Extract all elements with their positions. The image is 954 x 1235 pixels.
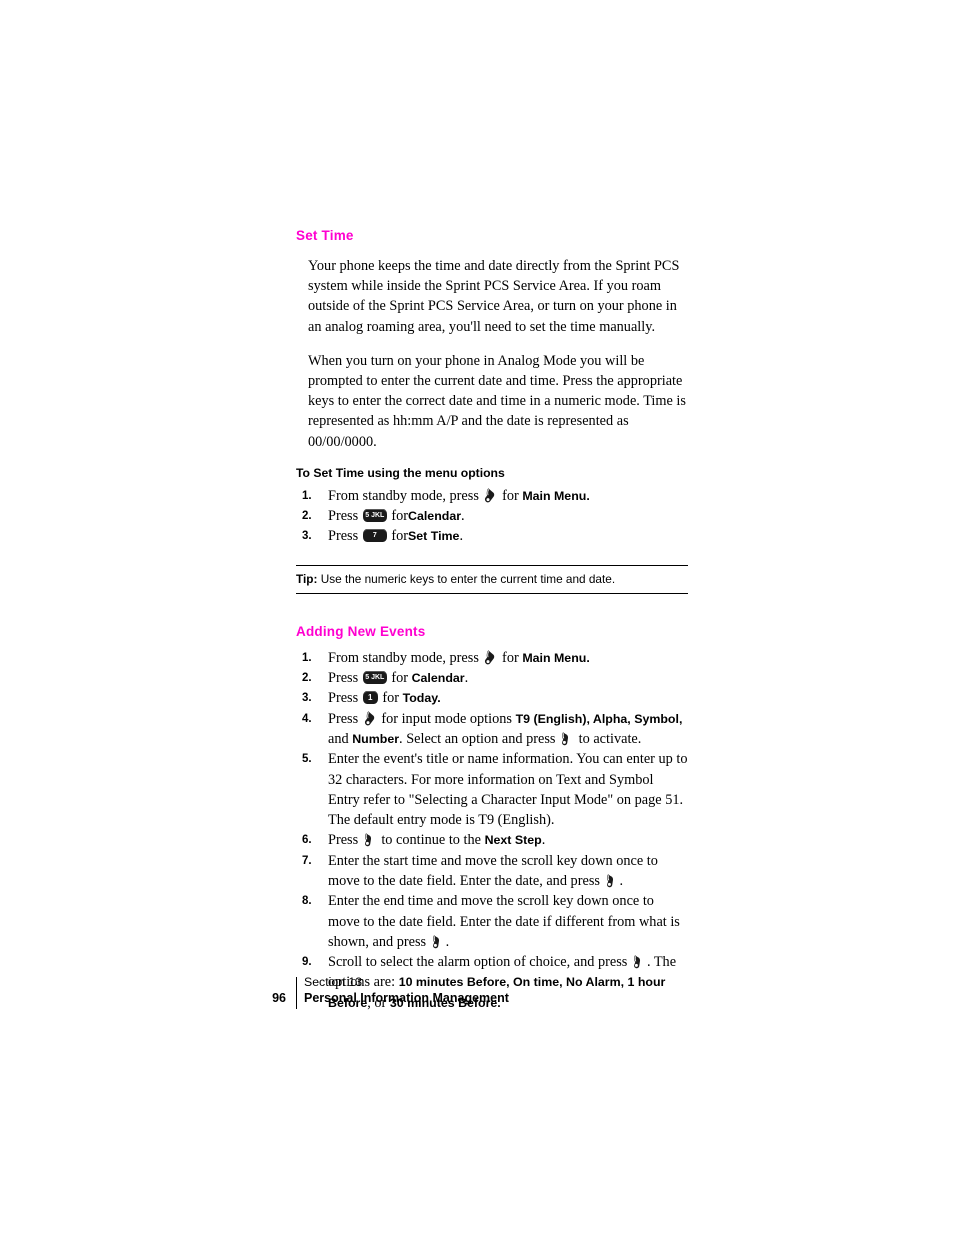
step-text-bold: Calendar xyxy=(408,509,462,524)
step-text: Press 5 JKL for Calendar. xyxy=(328,670,469,687)
page-footer: 96 Section 13 Personal Information Manag… xyxy=(256,975,696,1011)
softkey-icon xyxy=(484,649,496,666)
step-number: 3. xyxy=(302,692,312,705)
step-number: 6. xyxy=(302,834,312,847)
adding-new-events-steps: 1. From standby mode, press for Main Menu… xyxy=(296,648,688,1013)
select-key-icon xyxy=(432,933,444,950)
tip-text: Use the numeric keys to enter the curren… xyxy=(320,571,616,586)
step-text: From standby mode, press for Main Menu. xyxy=(328,649,590,666)
tip-box: Tip: Use the numeric keys to enter the c… xyxy=(296,564,688,594)
page-content: Set Time Your phone keeps the time and d… xyxy=(296,228,688,1013)
softkey-icon xyxy=(484,487,496,504)
set-time-steps: 1. From standby mode, press for Main Men… xyxy=(296,486,688,553)
footer-divider xyxy=(296,977,297,1009)
select-key-icon xyxy=(633,953,645,970)
step-text: Enter the event's title or name informat… xyxy=(328,751,688,829)
step-text-pre: Press xyxy=(328,508,359,525)
list-item: 8. Enter the end time and move the scroll… xyxy=(296,891,688,952)
heading-adding-new-events: Adding New Events xyxy=(296,623,426,639)
step-number: 2. xyxy=(302,510,312,523)
step-number: 9. xyxy=(302,956,312,969)
step-text: Enter the end time and move the scroll k… xyxy=(328,893,680,950)
key-7-pqrs-icon: 7 PQRS xyxy=(362,529,387,553)
page-number: 96 xyxy=(272,991,286,1005)
key-7-pqrs-label: 7 PQRS xyxy=(364,532,385,553)
step-text: Press to continue to the Next Step. xyxy=(328,831,546,849)
step-text: Press 1 for Today. xyxy=(328,690,441,707)
step-text-bold: Main Menu. xyxy=(522,488,590,503)
step-number: 1. xyxy=(302,651,312,664)
key-5-jkl-icon: 5 JKL xyxy=(362,509,387,523)
list-item: 3. Press 1 for Today. xyxy=(296,688,688,708)
manual-page: Set Time Your phone keeps the time and d… xyxy=(0,0,954,1235)
select-key-icon xyxy=(606,872,618,889)
softkey-icon xyxy=(364,710,376,727)
step-text-mid: for xyxy=(391,508,409,525)
list-item: 6. Press to continue to the Next Step. xyxy=(296,830,688,850)
tip-label: Tip: xyxy=(296,571,318,586)
list-item: 2. Press 5 JKL for Calendar. xyxy=(296,668,688,688)
list-item: 1. From standby mode, press for Main Men… xyxy=(296,486,688,506)
step-text-mid: for xyxy=(391,528,409,545)
list-item: 3. Press 7 PQRS forSet Time. xyxy=(296,526,688,553)
step-number: 1. xyxy=(302,489,312,502)
list-item: 4. Press for input mode options T9 (Engli… xyxy=(296,709,688,750)
set-time-paragraph-2: When you turn on your phone in Analog Mo… xyxy=(308,352,686,450)
step-number: 8. xyxy=(302,895,312,908)
list-item: 5. Enter the event's title or name inform… xyxy=(296,749,688,830)
step-number: 5. xyxy=(302,753,312,766)
step-text: Enter the start time and move the scroll… xyxy=(328,852,658,889)
list-item: 7. Enter the start time and move the scro… xyxy=(296,851,688,892)
step-number: 2. xyxy=(302,672,312,685)
subheading-to-set-time: To Set Time using the menu options xyxy=(296,465,505,480)
select-key-icon xyxy=(561,730,573,747)
step-number: 3. xyxy=(302,530,312,543)
step-number: 7. xyxy=(302,854,312,867)
key-5-jkl-label: 5 JKL xyxy=(365,512,385,520)
list-item: 1. From standby mode, press for Main Menu… xyxy=(296,648,688,668)
step-text-post: . xyxy=(461,508,465,525)
footer-section: Section 13 xyxy=(304,975,363,989)
select-key-icon xyxy=(364,831,376,848)
step-text-post: . xyxy=(459,528,464,545)
list-item: 2. Press 5 JKL forCalendar. xyxy=(296,506,688,526)
step-text-mid: for xyxy=(502,487,519,504)
step-text: Press for input mode options T9 (English… xyxy=(328,710,683,747)
step-text-bold: Set Time xyxy=(408,529,460,544)
step-text-pre: From standby mode, press xyxy=(328,487,479,504)
key-1-icon: 1 xyxy=(362,691,378,705)
heading-set-time: Set Time xyxy=(296,228,354,243)
set-time-paragraph-1: Your phone keeps the time and date direc… xyxy=(308,258,680,335)
step-text-pre: Press xyxy=(328,528,359,545)
footer-section-name: Personal Information Management xyxy=(304,991,509,1005)
key-5-jkl-icon: 5 JKL xyxy=(362,671,387,685)
step-number: 4. xyxy=(302,712,312,725)
